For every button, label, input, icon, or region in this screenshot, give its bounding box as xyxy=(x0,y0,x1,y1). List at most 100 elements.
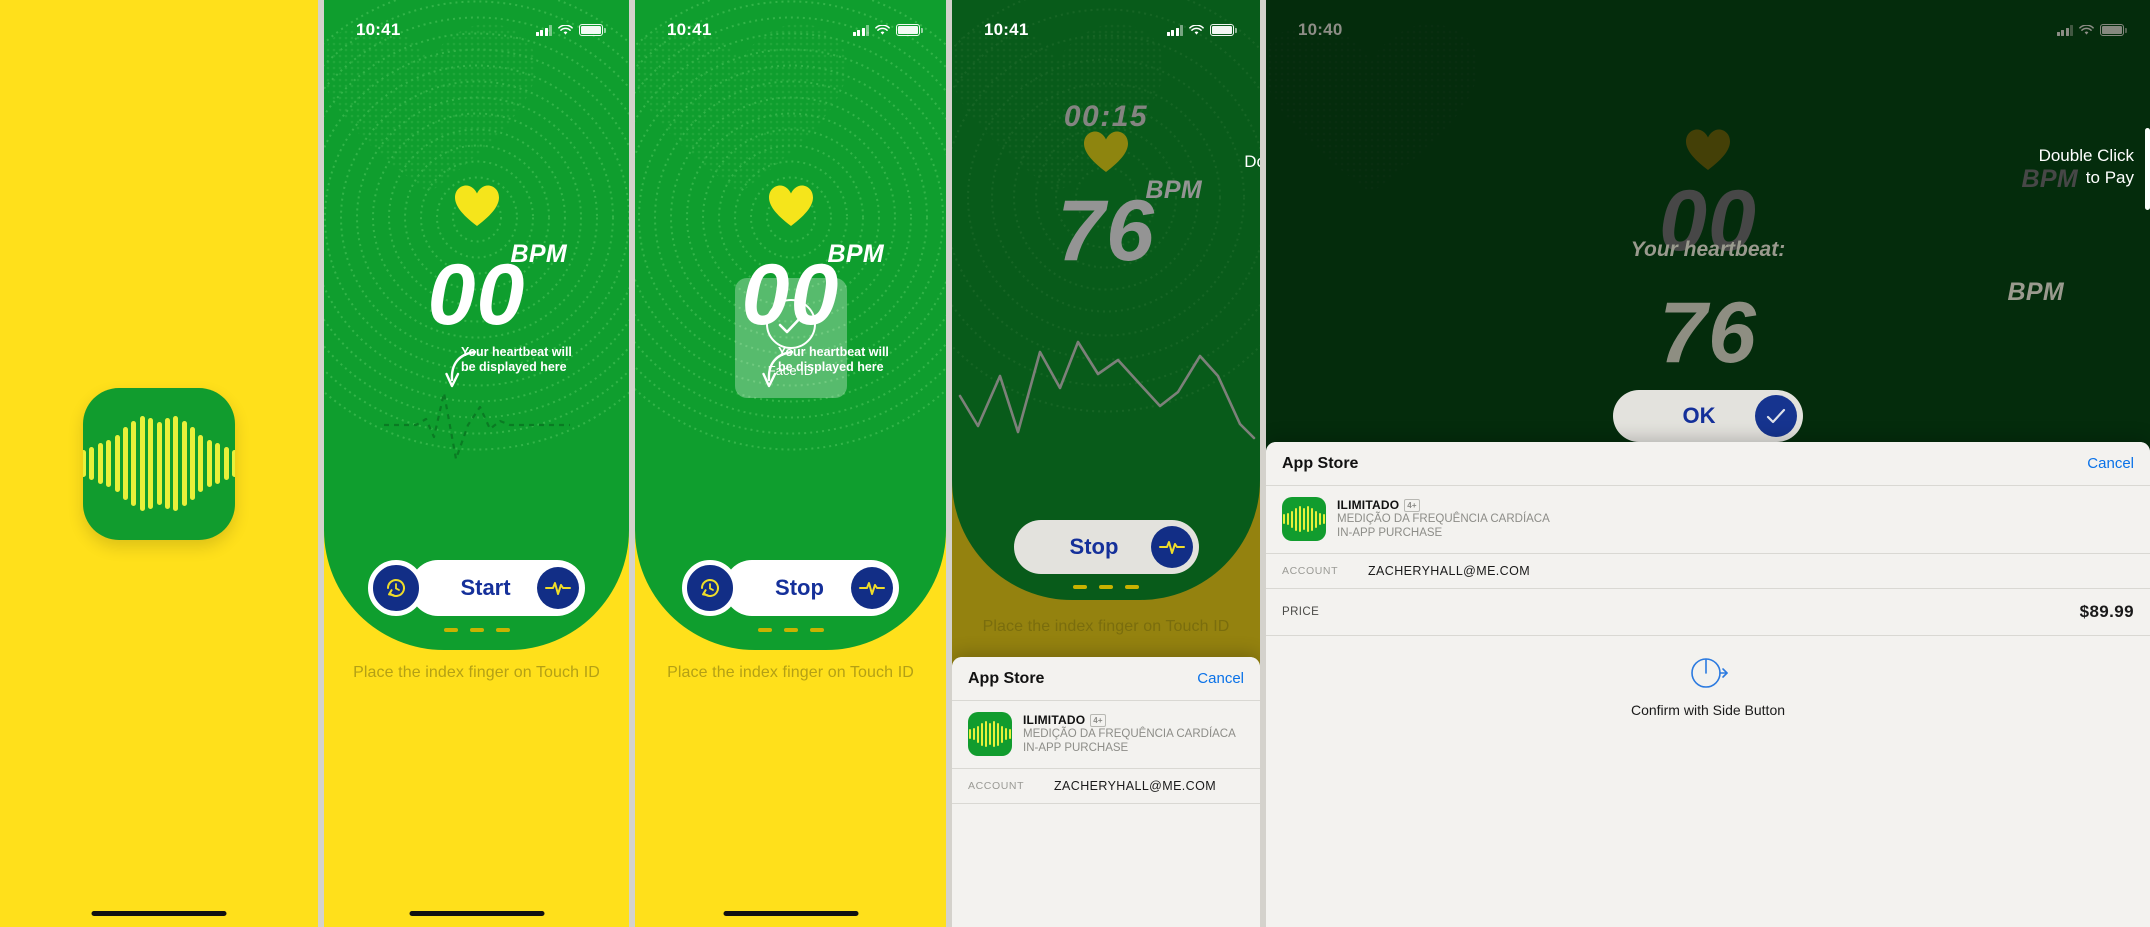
account-label: ACCOUNT xyxy=(1282,565,1339,577)
page-dot xyxy=(443,628,458,632)
touch-id-caption: Place the index finger on Touch ID xyxy=(353,664,600,681)
app-name-text: ILIMITADO xyxy=(1337,498,1400,512)
stop-button[interactable]: Stop xyxy=(724,560,899,616)
sheet-subtitle-1: MEDIÇÃO DA FREQUÊNCIA CARDÍACA xyxy=(1337,513,1550,525)
pulse-wave-icon[interactable] xyxy=(851,567,893,609)
measure-surface: BPM 00 Your heartbeat will be displayed … xyxy=(324,0,629,650)
heart-bar xyxy=(131,420,137,507)
heart-bar xyxy=(215,443,221,484)
heart-bar xyxy=(156,421,162,506)
heart-bar xyxy=(1310,507,1314,531)
age-rating-badge: 4+ xyxy=(1090,713,1106,727)
heartbeat-annotation: Your heartbeat will be displayed here xyxy=(461,345,611,375)
pulse-wave-icon[interactable] xyxy=(537,567,579,609)
ghost-heading: Your heartbeat: xyxy=(1630,238,1786,261)
panel-measuring: 00:15 BPM 76 Stop Place the index finger… xyxy=(952,0,1260,927)
heart-bar xyxy=(232,450,235,477)
sheet-product-texts: ILIMITADO 4+ MEDIÇÃO DA FREQUÊNCIA CARDÍ… xyxy=(1023,712,1236,755)
sheet-account-row: ACCOUNT ZACHERYHALL@ME.COM xyxy=(1266,554,2150,589)
page-dot xyxy=(495,628,510,632)
sheet-header: App Store Cancel xyxy=(952,657,1260,701)
page-dot xyxy=(809,628,824,632)
start-button[interactable]: Start xyxy=(410,560,585,616)
ok-button[interactable]: OK xyxy=(1613,390,1803,442)
heart-bar xyxy=(1318,512,1322,526)
history-button[interactable] xyxy=(368,560,424,616)
page-dots xyxy=(635,628,946,632)
checkmark-circle-icon xyxy=(765,298,816,349)
heart-bar xyxy=(1314,510,1318,528)
heart-bar xyxy=(114,434,120,493)
age-rating-badge: 4+ xyxy=(1404,498,1420,512)
heart-bar xyxy=(1290,510,1294,528)
dotted-heart-decor xyxy=(324,18,544,213)
heart-bar xyxy=(173,416,179,511)
home-indicator xyxy=(91,911,227,916)
dotted-heart-decor xyxy=(635,18,855,213)
faceid-label: Face ID xyxy=(767,362,814,378)
history-button[interactable] xyxy=(682,560,738,616)
heart-bar xyxy=(1004,727,1008,741)
sheet-account-row: ACCOUNT ZACHERYHALL@ME.COM xyxy=(952,769,1260,804)
panel-splash xyxy=(0,0,318,927)
appstore-purchase-sheet: App Store Cancel ILIMITADO 4+ MEDIÇÃO DA… xyxy=(1266,442,2150,927)
bpm-value: 00 xyxy=(427,247,526,343)
confirm-label: Confirm with Side Button xyxy=(1630,702,1786,718)
screenshot-stage: BPM 00 Your heartbeat will be displayed … xyxy=(0,0,2150,927)
double-click-text-cut: Do xyxy=(1244,152,1260,171)
heartbeat-bars-app-icon xyxy=(968,712,1012,756)
account-value: ZACHERYHALL@ME.COM xyxy=(1368,564,1531,578)
sheet-header: App Store Cancel xyxy=(1266,442,2150,486)
control-bar: Stop xyxy=(952,520,1260,574)
annotation-line-2: be displayed here xyxy=(461,360,567,374)
cancel-button[interactable]: Cancel xyxy=(2087,455,2134,472)
heart-bar xyxy=(1294,507,1298,531)
start-button-label: Start xyxy=(460,575,511,600)
sheet-price-row: PRICE $89.99 xyxy=(1266,589,2150,636)
heart-bars xyxy=(968,721,1012,747)
sheet-product-texts: ILIMITADO 4+ MEDIÇÃO DA FREQUÊNCIA CARDÍ… xyxy=(1337,497,1550,540)
panel-faceid: BPM 00 Your heartbeat will be displayed … xyxy=(635,0,946,927)
page-dots xyxy=(324,628,629,632)
heart-bar xyxy=(89,446,95,481)
app-icon-wrap xyxy=(83,387,235,540)
heart-bar xyxy=(1306,506,1310,532)
cancel-button[interactable]: Cancel xyxy=(1197,670,1244,687)
heart-bar xyxy=(181,420,187,507)
heart-bar xyxy=(97,443,103,484)
heart-bar xyxy=(164,417,170,510)
annotation-line-1: Your heartbeat will xyxy=(461,345,572,359)
side-button-press-icon xyxy=(1266,652,2150,694)
heart-bar xyxy=(106,440,112,487)
heartbeat-bars-app-icon xyxy=(83,387,235,540)
price-value: $89.99 xyxy=(2079,602,2134,621)
pulse-wave-icon[interactable] xyxy=(1150,526,1193,568)
history-clock-icon xyxy=(387,579,405,597)
panel-confirm-pay: BPM 00 Your heartbeat: BPM 76 OK Double … xyxy=(1266,0,2150,927)
heart-bar xyxy=(984,721,988,747)
page-dot xyxy=(1125,585,1139,589)
app-name-text: ILIMITADO xyxy=(1023,713,1086,727)
heart-bar xyxy=(206,440,212,487)
stop-button[interactable]: Stop xyxy=(1013,520,1199,574)
account-label: ACCOUNT xyxy=(968,780,1025,792)
page-dot xyxy=(757,628,772,632)
sheet-subtitle-2: IN-APP PURCHASE xyxy=(1023,742,1129,754)
heart-bar xyxy=(1298,506,1302,532)
heart-bar xyxy=(976,725,980,743)
page-dot xyxy=(1099,585,1113,589)
heart-bar xyxy=(1008,729,1012,739)
checkmark-circle-icon[interactable] xyxy=(1755,395,1797,437)
sheet-app-name: ILIMITADO 4+ xyxy=(1023,713,1236,727)
stop-button-label: Stop xyxy=(1069,534,1119,559)
sheet-title: App Store xyxy=(1282,454,1359,472)
heart-bar xyxy=(139,416,145,511)
heart-icon xyxy=(767,184,815,228)
account-value: ZACHERYHALL@ME.COM xyxy=(1054,779,1217,793)
sheet-subtitle-1: MEDIÇÃO DA FREQUÊNCIA CARDÍACA xyxy=(1023,728,1236,740)
heart-bar xyxy=(83,450,86,477)
sheet-title: App Store xyxy=(968,669,1045,687)
heart-bar xyxy=(1302,507,1306,531)
appstore-purchase-sheet: App Store Cancel ILIMITADO 4+ MEDIÇÃO DA… xyxy=(952,657,1260,927)
stop-button-label: Stop xyxy=(775,575,824,600)
